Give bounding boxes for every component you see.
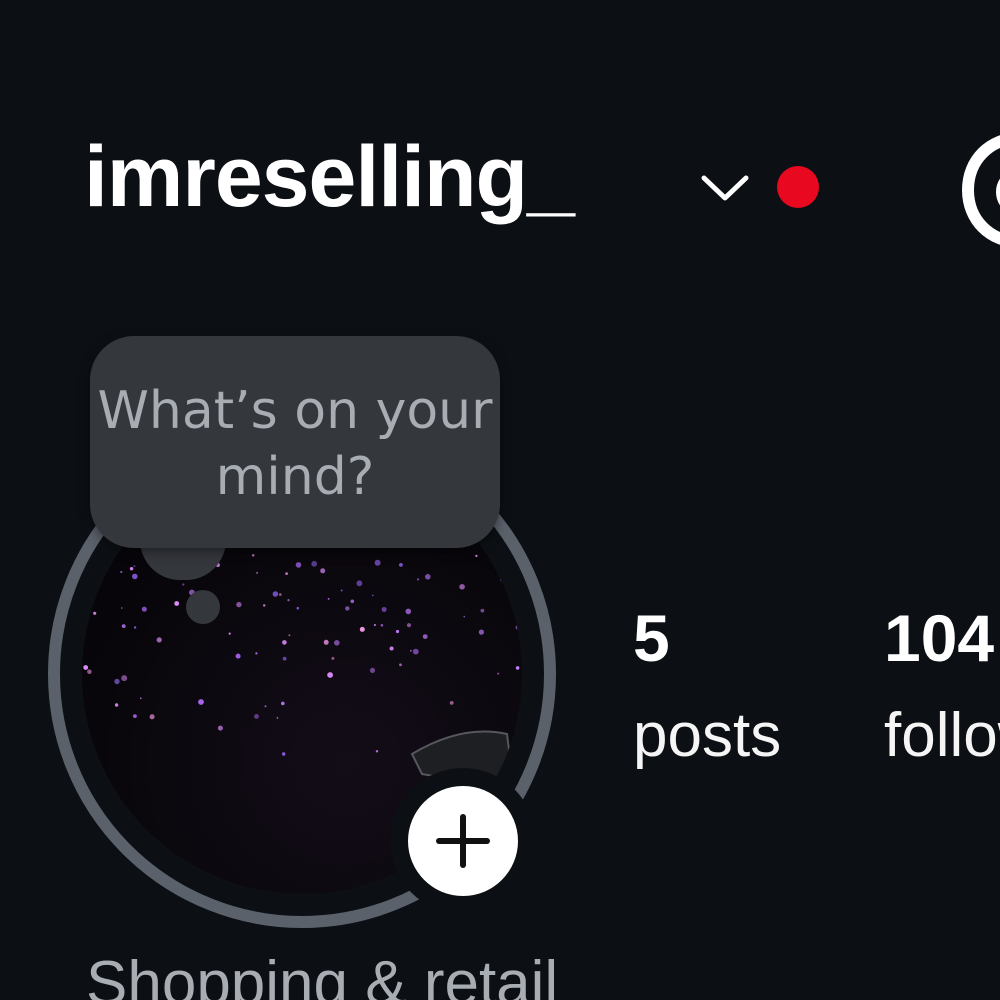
profile-page: imreselling_ What’s on your mind? 5 post… [0,0,1000,1000]
note-bubble[interactable]: What’s on your mind? [90,336,500,548]
note-placeholder: What’s on your mind? [97,381,493,507]
profile-category: Shopping & retail [86,949,559,1000]
chevron-down-icon[interactable] [700,168,750,208]
posts-label[interactable]: posts [633,700,781,771]
posts-count[interactable]: 5 [633,600,670,676]
followers-count[interactable]: 104 [884,600,994,676]
username-title[interactable]: imreselling_ [84,130,575,225]
note-bubble-dot [186,590,220,624]
add-story-circle [408,786,518,896]
threads-icon[interactable] [950,120,1000,260]
add-story-button[interactable] [390,768,536,914]
plus-icon [436,814,490,868]
followers-label[interactable]: followers [884,700,1000,771]
notification-dot [777,166,819,208]
